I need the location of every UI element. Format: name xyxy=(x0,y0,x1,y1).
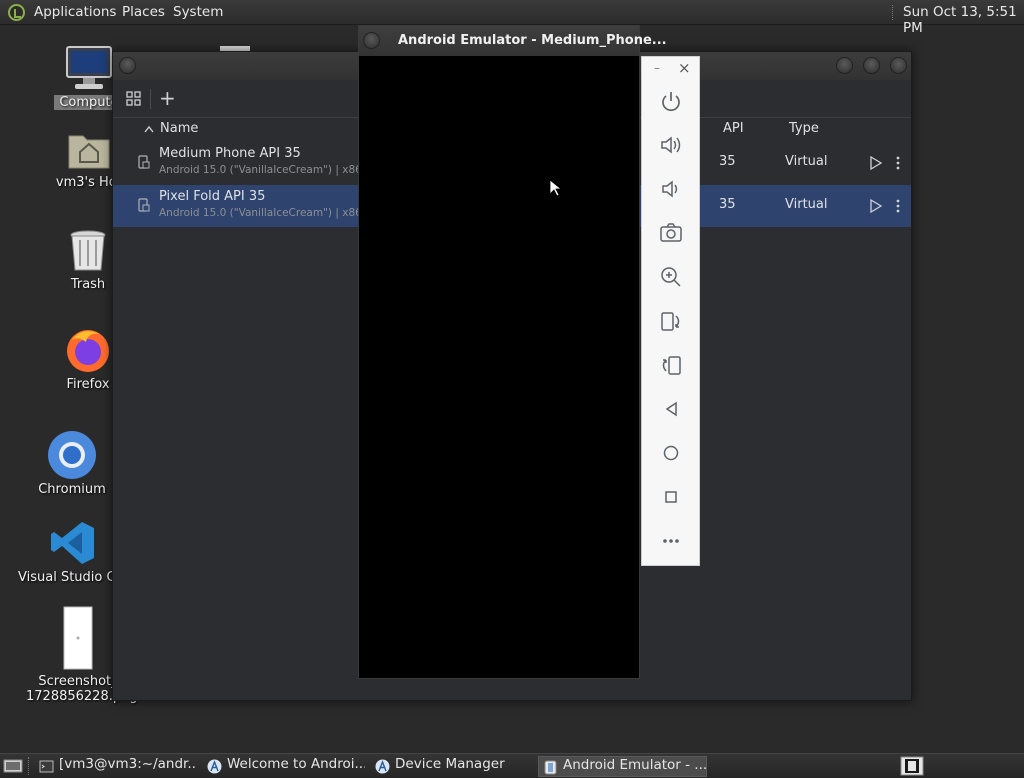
desktop-label: Visual Studio Co xyxy=(18,570,118,585)
emulator-titlebar[interactable]: Android Emulator - Medium_Phone... xyxy=(359,26,667,56)
terminal-icon xyxy=(39,760,54,773)
toolbar-divider xyxy=(150,89,151,109)
group-devices-icon[interactable] xyxy=(126,91,142,107)
panel-separator xyxy=(892,5,894,20)
menu-places[interactable]: Places xyxy=(122,4,165,20)
volume-down-button[interactable] xyxy=(657,175,685,203)
workspace-switcher-icon[interactable] xyxy=(900,756,924,776)
emulator-toolbar: – × xyxy=(641,56,700,566)
device-api: 35 xyxy=(719,197,736,212)
emulator-window: Android Emulator - Medium_Phone... xyxy=(358,25,667,679)
android-studio-icon xyxy=(375,759,390,774)
rotate-right-icon xyxy=(662,356,681,375)
column-api[interactable]: API xyxy=(723,121,744,136)
task-android-emulator[interactable]: Android Emulator - ... xyxy=(538,756,707,777)
volume-down-icon xyxy=(662,180,678,198)
chromium-icon xyxy=(48,431,96,479)
screenshot-button[interactable] xyxy=(657,219,685,247)
emulator-screen[interactable] xyxy=(359,56,639,678)
task-android-studio-welcome[interactable]: Welcome to Androi... xyxy=(203,756,365,777)
zoom-icon xyxy=(661,267,681,287)
mate-logo-icon[interactable] xyxy=(8,4,25,21)
emulator-icon xyxy=(544,760,557,775)
device-name: Pixel Fold API 35 xyxy=(159,189,266,204)
minimize-icon[interactable] xyxy=(836,57,853,74)
computer-icon xyxy=(66,46,112,89)
desktop-icon-vscode[interactable]: Visual Studio Co xyxy=(18,520,118,585)
desktop-icon-trash[interactable]: Trash xyxy=(58,228,118,292)
add-device-button[interactable]: + xyxy=(159,86,176,110)
zoom-button[interactable] xyxy=(657,263,685,291)
close-icon[interactable] xyxy=(890,57,907,74)
desktop-label: Firefox xyxy=(66,377,110,392)
android-studio-icon xyxy=(207,759,222,774)
top-panel: Applications Places System Sun Oct 13, 5… xyxy=(0,0,1024,36)
virtual-device-icon xyxy=(138,198,150,212)
back-icon xyxy=(665,401,677,417)
more-actions-icon[interactable] xyxy=(895,198,901,214)
device-api: 35 xyxy=(719,154,736,169)
volume-up-icon xyxy=(661,136,681,154)
emulator-minimize-button[interactable]: – xyxy=(654,61,660,75)
task-terminal[interactable]: [vm3@vm3:~/andr... xyxy=(35,756,195,777)
home-button[interactable] xyxy=(657,439,685,467)
virtual-device-icon xyxy=(138,155,150,169)
task-label: Device Manager xyxy=(395,756,505,772)
back-button[interactable] xyxy=(657,395,685,423)
desktop-icon-chromium[interactable]: Chromium xyxy=(38,430,106,497)
taskbar: [vm3@vm3:~/andr... Welcome to Androi... … xyxy=(0,753,1024,778)
maximize-icon[interactable] xyxy=(863,57,880,74)
desktop-label: Trash xyxy=(70,277,106,292)
camera-icon xyxy=(660,223,682,242)
device-detail: Android 15.0 ("VanillaIceCream") | x86 xyxy=(159,164,362,176)
more-icon xyxy=(663,539,679,543)
sort-ascending-icon[interactable] xyxy=(144,125,154,133)
taskbar-separator xyxy=(28,757,29,775)
menu-system[interactable]: System xyxy=(173,4,223,20)
window-menu-icon[interactable] xyxy=(363,32,380,49)
rotate-left-icon xyxy=(661,312,680,331)
show-desktop-icon[interactable] xyxy=(3,758,23,774)
emulator-title: Android Emulator - Medium_Phone... xyxy=(398,33,667,48)
image-file-icon xyxy=(63,606,93,670)
task-label: [vm3@vm3:~/andr... xyxy=(59,756,195,772)
more-button[interactable] xyxy=(657,527,685,555)
column-type[interactable]: Type xyxy=(789,121,819,136)
volume-up-button[interactable] xyxy=(657,131,685,159)
rotate-right-button[interactable] xyxy=(657,351,685,379)
emulator-close-button[interactable]: × xyxy=(678,59,691,77)
power-button[interactable] xyxy=(657,87,685,115)
device-name: Medium Phone API 35 xyxy=(159,146,301,161)
trash-icon xyxy=(70,230,106,271)
overview-button[interactable] xyxy=(657,483,685,511)
home-icon xyxy=(663,445,679,461)
play-icon[interactable] xyxy=(869,155,883,171)
vscode-icon xyxy=(51,522,94,564)
power-icon xyxy=(662,92,680,112)
overview-icon xyxy=(665,491,677,503)
desktop-icon-firefox[interactable]: Firefox xyxy=(58,326,118,392)
mouse-cursor-icon xyxy=(549,179,561,197)
device-type: Virtual xyxy=(785,154,828,169)
column-name[interactable]: Name xyxy=(160,121,198,136)
desktop-label: Chromium xyxy=(38,482,106,497)
task-label: Welcome to Androi... xyxy=(227,756,365,772)
device-detail: Android 15.0 ("VanillaIceCream") | x86 xyxy=(159,207,362,219)
device-type: Virtual xyxy=(785,197,828,212)
rotate-left-button[interactable] xyxy=(657,307,685,335)
task-label: Android Emulator - ... xyxy=(563,757,707,773)
clock[interactable]: Sun Oct 13, 5:51 PM xyxy=(903,4,1024,36)
task-device-manager[interactable]: Device Manager xyxy=(371,756,533,777)
more-actions-icon[interactable] xyxy=(895,155,901,171)
window-menu-icon[interactable] xyxy=(119,57,136,74)
play-icon[interactable] xyxy=(869,198,883,214)
menu-applications[interactable]: Applications xyxy=(34,4,116,20)
home-folder-icon xyxy=(68,135,110,169)
firefox-icon xyxy=(67,330,109,372)
